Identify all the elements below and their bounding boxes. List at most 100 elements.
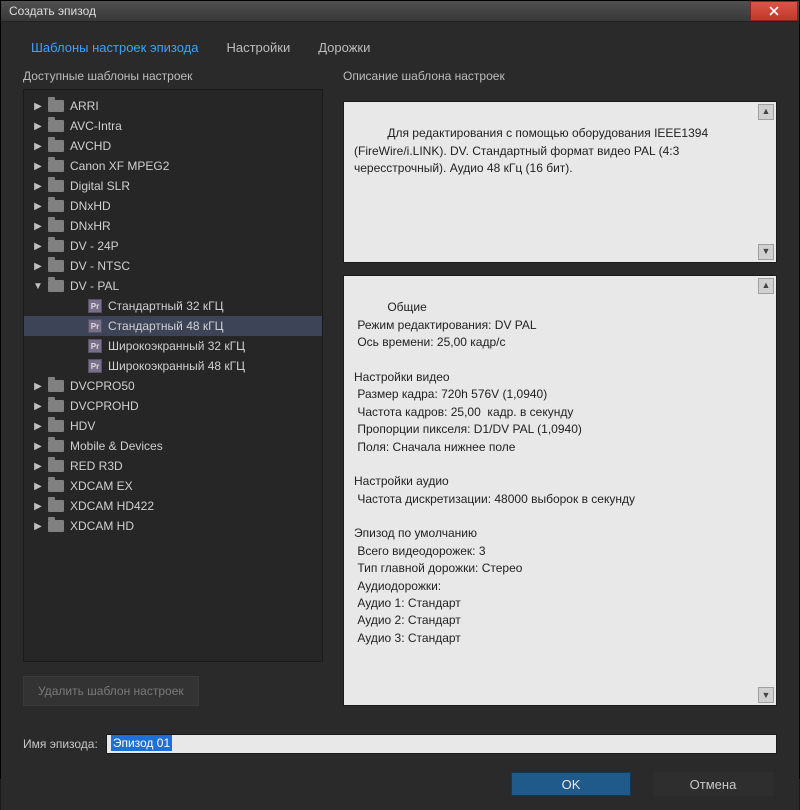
preset-icon: Pr (88, 299, 102, 313)
chevron-right-icon[interactable]: ▶ (32, 101, 44, 112)
tree-folder-label: AVCHD (70, 139, 111, 153)
tab-bar: Шаблоны настроек эпизода Настройки Дорож… (23, 40, 777, 55)
chevron-right-icon[interactable]: ▶ (32, 221, 44, 232)
tree-folder[interactable]: ▶ AVC-Intra (24, 116, 322, 136)
chevron-right-icon[interactable]: ▶ (32, 401, 44, 412)
tree-folder[interactable]: ▶ DV - 24P (24, 236, 322, 256)
chevron-right-icon[interactable]: ▶ (32, 121, 44, 132)
folder-icon (48, 440, 64, 452)
tree-preset-item[interactable]: Pr Стандартный 32 кГЦ (24, 296, 322, 316)
tree-folder[interactable]: ▶XDCAM EX (24, 476, 322, 496)
tree-folder-label: DV - PAL (70, 279, 119, 293)
tree-folder-label: DVCPROHD (70, 399, 139, 413)
tree-folder[interactable]: ▶HDV (24, 416, 322, 436)
cancel-button[interactable]: Отмена (653, 772, 773, 796)
preset-icon: Pr (88, 319, 102, 333)
preset-details-text: Общие Режим редактирования: DV PAL Ось в… (354, 300, 635, 644)
folder-icon (48, 100, 64, 112)
tree-folder[interactable]: ▶ DNxHD (24, 196, 322, 216)
scroll-up-icon[interactable]: ▲ (758, 278, 774, 294)
chevron-right-icon[interactable]: ▶ (32, 141, 44, 152)
sequence-name-label: Имя эпизода: (23, 737, 98, 751)
folder-icon (48, 420, 64, 432)
titlebar[interactable]: Создать эпизод (1, 1, 799, 22)
tree-folder[interactable]: ▶ Mobile & Devices (24, 436, 322, 456)
folder-icon (48, 200, 64, 212)
folder-icon (48, 260, 64, 272)
tree-folder[interactable]: ▶ DVCPROHD (24, 396, 322, 416)
folder-icon (48, 140, 64, 152)
chevron-right-icon[interactable]: ▶ (32, 461, 44, 472)
chevron-right-icon[interactable]: ▶ (32, 381, 44, 392)
folder-icon (48, 400, 64, 412)
preset-tree[interactable]: ▶ ARRI ▶ AVC-Intra ▶ AVCHD ▶ Canon XF MPEG2 ▶ Dig… (23, 89, 323, 662)
preset-icon: Pr (88, 359, 102, 373)
delete-preset-button[interactable]: Удалить шаблон настроек (23, 676, 199, 706)
tree-preset-item[interactable]: Pr Стандартный 48 кГЦ (24, 316, 322, 336)
dialog-buttons: OK Отмена (23, 772, 777, 796)
folder-icon (48, 160, 64, 172)
chevron-right-icon[interactable]: ▶ (32, 261, 44, 272)
folder-icon (48, 480, 64, 492)
chevron-right-icon[interactable]: ▶ (32, 501, 44, 512)
chevron-right-icon[interactable]: ▶ (32, 521, 44, 532)
main-panes: Доступные шаблоны настроек ▶ ARRI ▶ AVC-Int… (23, 69, 777, 706)
folder-icon (48, 220, 64, 232)
folder-icon (48, 240, 64, 252)
folder-icon (48, 500, 64, 512)
available-presets-label: Доступные шаблоны настроек (23, 69, 323, 83)
create-sequence-dialog: Создать эпизод Шаблоны настроек эпизода … (0, 0, 800, 779)
tree-folder[interactable]: ▶ DV - NTSC (24, 256, 322, 276)
tree-preset-label: Стандартный 32 кГЦ (108, 299, 224, 313)
tree-folder[interactable]: ▶ Digital SLR (24, 176, 322, 196)
tree-folder-label: DNxHR (70, 219, 111, 233)
tree-folder[interactable]: ▶ Canon XF MPEG2 (24, 156, 322, 176)
tree-folder-label: ARRI (70, 99, 99, 113)
tree-preset-label: Широкоэкранный 48 кГЦ (108, 359, 245, 373)
folder-icon (48, 180, 64, 192)
tree-preset-item[interactable]: Pr Широкоэкранный 48 кГЦ (24, 356, 322, 376)
tab-tracks[interactable]: Дорожки (318, 40, 370, 55)
tree-folder-label: Digital SLR (70, 179, 130, 193)
tree-preset-item[interactable]: PrШирокоэкранный 32 кГЦ (24, 336, 322, 356)
sequence-name-input[interactable]: Эпизод 01 (106, 734, 777, 754)
tree-folder[interactable]: ▶ XDCAM HD422 (24, 496, 322, 516)
tree-folder-label: DV - NTSC (70, 259, 130, 273)
tree-folder-label: AVC-Intra (70, 119, 122, 133)
tree-folder[interactable]: ▶DVCPRO50 (24, 376, 322, 396)
tree-folder[interactable]: ▶RED R3D (24, 456, 322, 476)
tree-folder[interactable]: ▶ AVCHD (24, 136, 322, 156)
tree-preset-label: Стандартный 48 кГЦ (108, 319, 224, 333)
ok-button[interactable]: OK (511, 772, 631, 796)
chevron-right-icon[interactable]: ▶ (32, 161, 44, 172)
tree-folder[interactable]: ▼ DV - PAL (24, 276, 322, 296)
preset-details-box: Общие Режим редактирования: DV PAL Ось в… (343, 275, 777, 706)
right-pane: Описание шаблона настроек Для редактиров… (343, 69, 777, 706)
tree-folder-label: DV - 24P (70, 239, 119, 253)
tree-folder[interactable]: ▶ DNxHR (24, 216, 322, 236)
tree-folder-label: XDCAM HD (70, 519, 134, 533)
chevron-right-icon[interactable]: ▶ (32, 181, 44, 192)
chevron-right-icon[interactable]: ▶ (32, 241, 44, 252)
folder-icon (48, 120, 64, 132)
tree-folder[interactable]: ▶ XDCAM HD (24, 516, 322, 536)
tab-presets[interactable]: Шаблоны настроек эпизода (31, 40, 198, 55)
sequence-name-row: Имя эпизода: Эпизод 01 (23, 734, 777, 754)
preset-description-text: Для редактирования с помощью оборудовани… (354, 126, 711, 175)
tree-folder-label: Mobile & Devices (70, 439, 163, 453)
window-title: Создать эпизод (9, 4, 750, 18)
chevron-down-icon[interactable]: ▼ (32, 281, 44, 292)
chevron-right-icon[interactable]: ▶ (32, 441, 44, 452)
tab-settings[interactable]: Настройки (226, 40, 290, 55)
scroll-down-icon[interactable]: ▼ (758, 244, 774, 260)
tree-folder-label: Canon XF MPEG2 (70, 159, 169, 173)
chevron-right-icon[interactable]: ▶ (32, 481, 44, 492)
chevron-right-icon[interactable]: ▶ (32, 421, 44, 432)
close-button[interactable] (750, 1, 798, 21)
scroll-down-icon[interactable]: ▼ (758, 687, 774, 703)
tree-folder-label: XDCAM HD422 (70, 499, 154, 513)
chevron-right-icon[interactable]: ▶ (32, 201, 44, 212)
tree-folder-label: DNxHD (70, 199, 111, 213)
tree-folder[interactable]: ▶ ARRI (24, 96, 322, 116)
scroll-up-icon[interactable]: ▲ (758, 104, 774, 120)
